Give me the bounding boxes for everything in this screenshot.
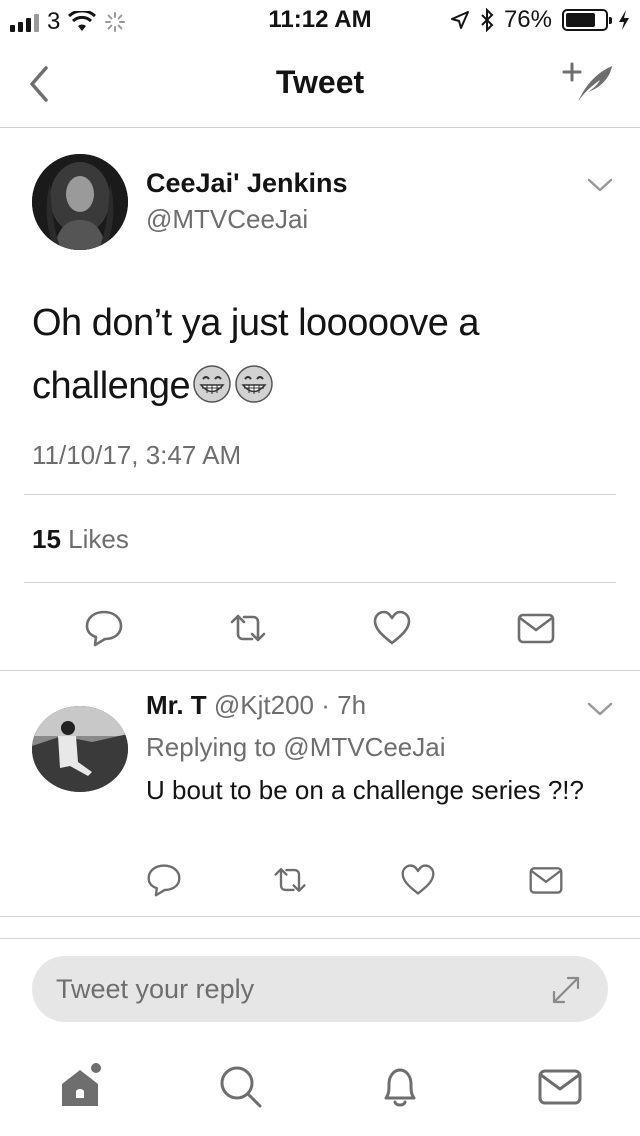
reply-separator: ·	[314, 690, 338, 720]
location-arrow-icon	[450, 11, 469, 29]
reply-time-ago: 7h	[337, 690, 367, 720]
author-handle[interactable]: @MTVCeeJai	[146, 204, 308, 235]
expand-icon[interactable]	[550, 974, 582, 1006]
reply-author-handle[interactable]: @Kjt200	[214, 690, 314, 720]
divider	[0, 670, 640, 671]
replying-to[interactable]: Replying to @MTVCeeJai	[146, 732, 446, 763]
likes-label: Likes	[68, 524, 129, 554]
reply-composer[interactable]	[32, 956, 608, 1022]
author-name[interactable]: CeeJai' Jenkins	[146, 168, 348, 199]
nav-bar: Tweet	[0, 40, 640, 128]
author-photo	[32, 154, 128, 250]
avatar[interactable]	[32, 706, 128, 792]
notifications-icon[interactable]	[376, 1062, 424, 1110]
tweet-timestamp: 11/10/17, 3:47 AM	[32, 440, 242, 470]
status-bar: 3 11:12 AM 76%	[0, 0, 640, 40]
like-icon[interactable]	[400, 862, 436, 898]
avatar[interactable]	[32, 154, 128, 250]
retweet-icon[interactable]	[228, 608, 268, 648]
status-right: 76%	[450, 6, 630, 34]
divider	[0, 938, 640, 939]
charging-bolt-icon	[619, 10, 629, 30]
search-icon[interactable]	[216, 1062, 264, 1110]
compose-tweet-icon[interactable]	[560, 58, 616, 108]
divider	[24, 494, 616, 495]
chevron-down-icon[interactable]	[586, 176, 614, 194]
divider	[24, 582, 616, 583]
chevron-down-icon[interactable]	[586, 700, 614, 718]
reply-author-photo	[32, 706, 128, 792]
battery-percent: 76%	[503, 6, 552, 33]
reply-input[interactable]	[56, 956, 536, 1022]
grinning-face-emoji	[235, 365, 273, 403]
battery-icon	[562, 9, 612, 31]
reply-icon[interactable]	[146, 862, 182, 898]
likes-number: 15	[32, 524, 61, 554]
likes-count[interactable]: 15 Likes	[32, 524, 129, 555]
bluetooth-icon	[481, 8, 494, 32]
messages-icon[interactable]	[536, 1062, 584, 1110]
direct-message-icon[interactable]	[516, 608, 556, 648]
reply-text: U bout to be on a challenge series ?!?	[146, 775, 584, 805]
reply-icon[interactable]	[84, 608, 124, 648]
retweet-icon[interactable]	[272, 862, 308, 898]
page-title: Tweet	[275, 64, 365, 100]
like-icon[interactable]	[372, 608, 412, 648]
notification-dot	[91, 1063, 101, 1073]
grinning-face-emoji	[193, 365, 231, 403]
direct-message-icon[interactable]	[528, 862, 564, 898]
reply-header: Mr. T @Kjt200 · 7h	[146, 690, 366, 721]
reply-author-name[interactable]: Mr. T	[146, 690, 207, 720]
home-icon[interactable]	[56, 1062, 104, 1110]
tweet-text: Oh don’t ya just looooove a challenge	[32, 292, 612, 418]
divider	[0, 916, 640, 917]
